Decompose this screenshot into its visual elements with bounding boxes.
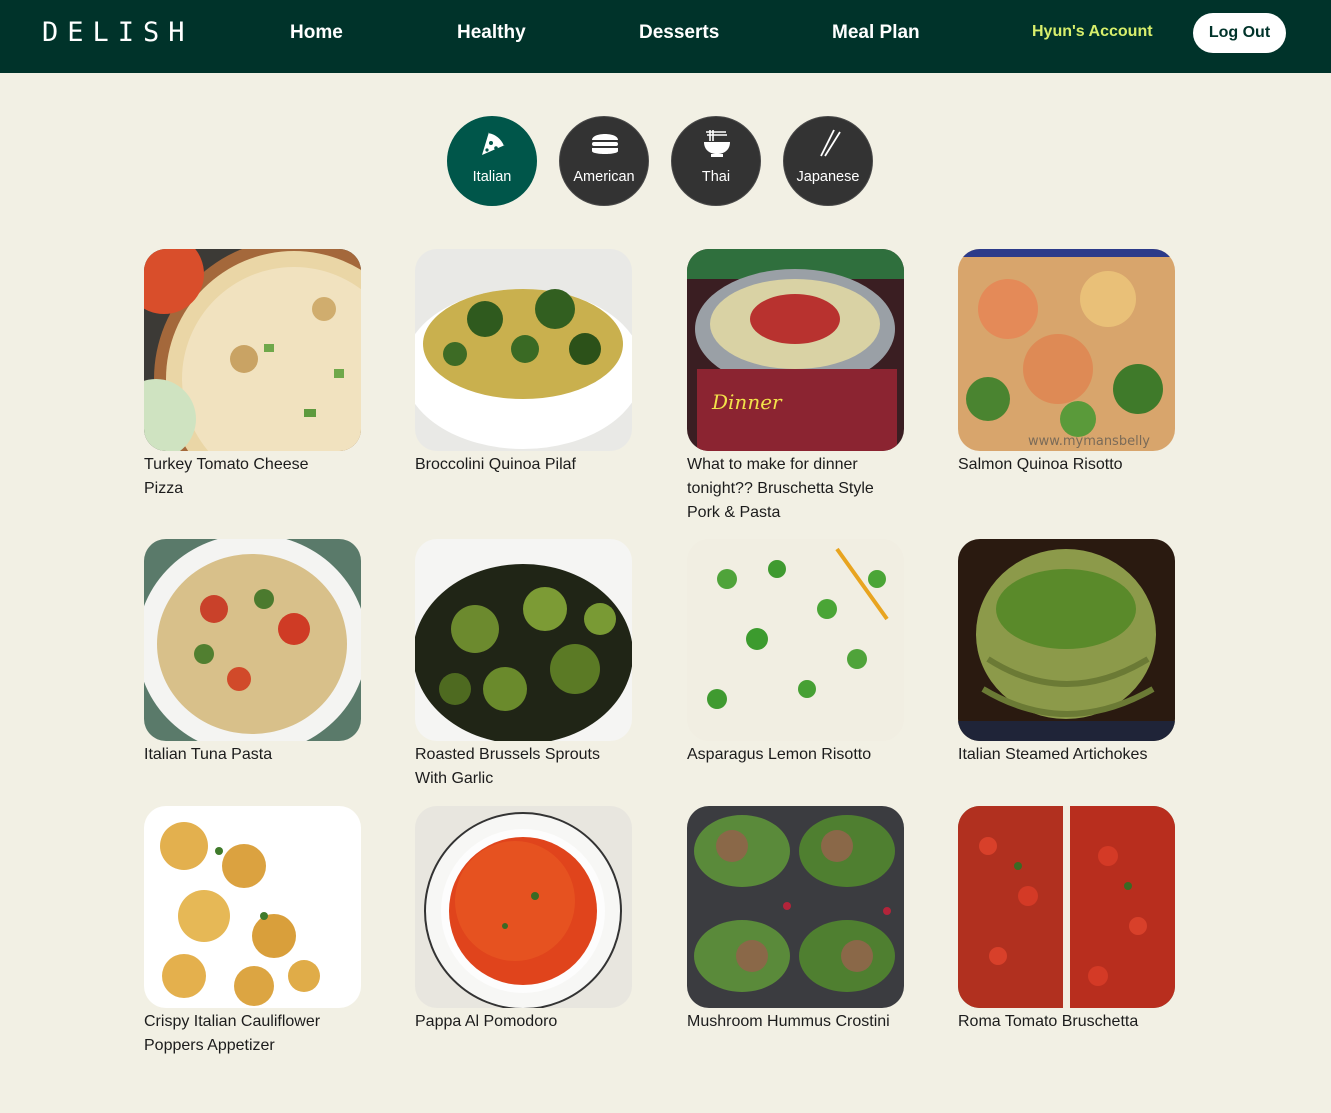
recipe-card[interactable]: Pappa Al Pomodoro <box>415 806 633 1034</box>
cuisine-filter-american[interactable]: American <box>559 116 649 206</box>
recipe-photo[interactable] <box>144 806 361 1008</box>
recipe-card[interactable]: Asparagus Lemon Risotto <box>687 539 905 767</box>
cuisine-filter-italian[interactable]: Italian <box>447 116 537 206</box>
site-logo[interactable]: DELISH <box>42 17 194 48</box>
recipe-photo[interactable] <box>415 806 632 1008</box>
recipe-card[interactable]: Mushroom Hummus Crostini <box>687 806 905 1034</box>
recipe-card[interactable]: Italian Steamed Artichokes <box>958 539 1176 767</box>
pizza-icon <box>478 128 508 158</box>
recipe-card[interactable]: Crispy Italian Cauliflower Poppers Appet… <box>144 806 362 1058</box>
cuisine-filter-japanese[interactable]: Japanese <box>783 116 873 206</box>
recipe-photo[interactable] <box>958 539 1175 741</box>
recipe-photo[interactable] <box>687 806 904 1008</box>
cuisine-filter-thai[interactable]: Thai <box>671 116 761 206</box>
cuisine-label: American <box>573 169 635 185</box>
burger-icon <box>590 128 620 158</box>
recipe-title[interactable]: Roasted Brussels Sprouts With Garlic <box>415 743 620 791</box>
recipe-title[interactable]: Salmon Quinoa Risotto <box>958 453 1163 477</box>
recipe-title[interactable]: Italian Tuna Pasta <box>144 743 349 767</box>
recipe-card[interactable]: Dinner What to make for dinner tonight??… <box>687 249 905 525</box>
recipe-card[interactable]: Roasted Brussels Sprouts With Garlic <box>415 539 633 791</box>
recipe-title[interactable]: Crispy Italian Cauliflower Poppers Appet… <box>144 1010 349 1058</box>
recipe-title[interactable]: Italian Steamed Artichokes <box>958 743 1163 767</box>
photo-caption: Dinner <box>711 390 783 414</box>
recipe-title[interactable]: Roma Tomato Bruschetta <box>958 1010 1163 1034</box>
nav-home-link[interactable]: Home <box>290 22 343 44</box>
recipe-photo[interactable] <box>958 806 1175 1008</box>
nav-desserts-link[interactable]: Desserts <box>639 22 719 44</box>
nav-meal-plan-link[interactable]: Meal Plan <box>832 22 920 44</box>
cuisine-label: Thai <box>701 169 731 185</box>
recipe-title[interactable]: Pappa Al Pomodoro <box>415 1010 620 1034</box>
recipe-photo[interactable] <box>415 539 632 741</box>
recipe-title[interactable]: Turkey Tomato Cheese Pizza <box>144 453 349 501</box>
recipe-title[interactable]: Broccolini Quinoa Pilaf <box>415 453 620 477</box>
recipe-photo[interactable]: Dinner <box>687 249 904 451</box>
recipe-title[interactable]: Asparagus Lemon Risotto <box>687 743 892 767</box>
recipe-photo[interactable] <box>144 249 361 451</box>
account-link[interactable]: Hyun's Account <box>1032 23 1153 41</box>
recipe-photo[interactable] <box>687 539 904 741</box>
recipe-card[interactable]: www.mymansbelly Salmon Quinoa Risotto <box>958 249 1176 477</box>
recipe-card[interactable]: Broccolini Quinoa Pilaf <box>415 249 633 477</box>
recipe-card[interactable]: Turkey Tomato Cheese Pizza <box>144 249 362 501</box>
top-navigation-bar: DELISH Home Healthy Desserts Meal Plan H… <box>0 0 1331 73</box>
cuisine-label: Japanese <box>796 169 860 185</box>
recipe-photo[interactable]: www.mymansbelly <box>958 249 1175 451</box>
noodle-bowl-icon <box>702 128 732 158</box>
logout-button[interactable]: Log Out <box>1193 13 1286 53</box>
recipe-title[interactable]: Mushroom Hummus Crostini <box>687 1010 892 1034</box>
nav-healthy-link[interactable]: Healthy <box>457 22 526 44</box>
recipe-card[interactable]: Roma Tomato Bruschetta <box>958 806 1176 1034</box>
recipe-title[interactable]: What to make for dinner tonight?? Brusch… <box>687 453 892 525</box>
chopsticks-icon <box>814 128 844 158</box>
recipe-card[interactable]: Italian Tuna Pasta <box>144 539 362 767</box>
photo-watermark: www.mymansbelly <box>1028 434 1150 449</box>
recipe-photo[interactable] <box>415 249 632 451</box>
recipe-photo[interactable] <box>144 539 361 741</box>
cuisine-label: Italian <box>472 169 512 185</box>
